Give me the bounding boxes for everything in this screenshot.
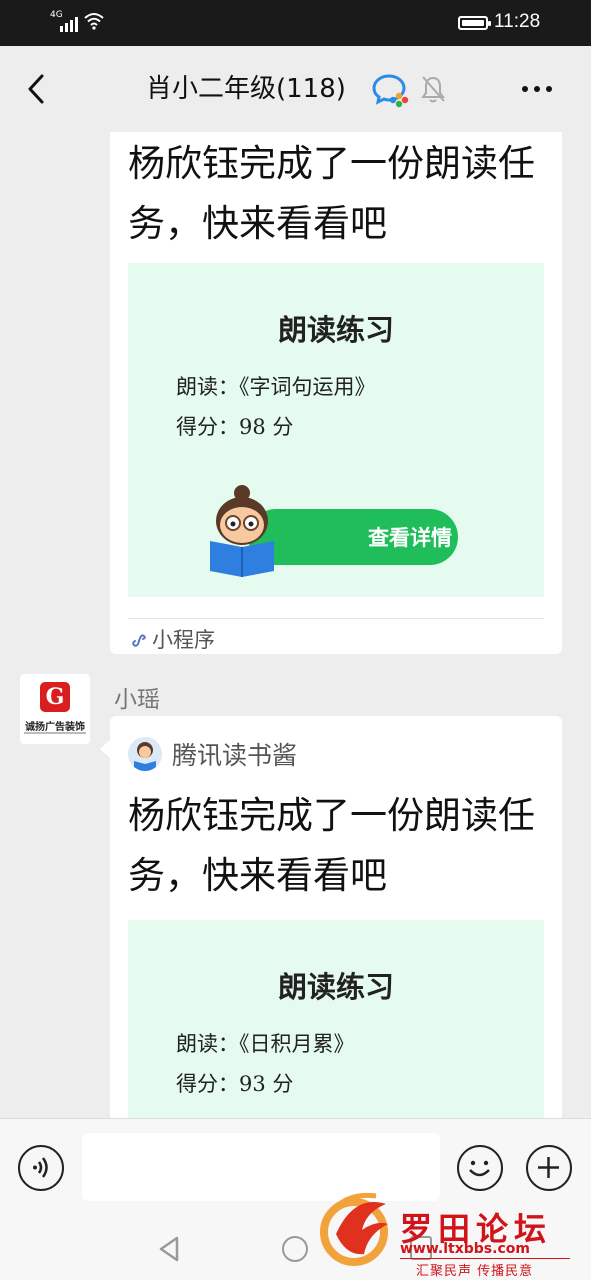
reading-girl-illustration: [210, 485, 274, 577]
status-bar: 4G 11:28: [0, 0, 591, 46]
watermark-url: www.ltxbbs.com: [400, 1241, 530, 1257]
card-preview: 朗读练习 朗读：《字词句运用》 得分：98 分 查看详情: [128, 263, 544, 597]
card-preview: 朗读练习 朗读：《日积月累》 得分：93 分: [128, 920, 544, 1136]
preview-title: 朗读练习: [277, 970, 394, 1004]
company-logo-icon: G: [40, 682, 70, 712]
watermark-slogan: 汇聚民声 传播民意: [416, 1264, 534, 1279]
chat-title: 肖小二年级(118): [146, 74, 346, 104]
voice-input-button[interactable]: [18, 1145, 64, 1191]
back-arrow-icon[interactable]: [22, 70, 52, 108]
app-name: 腾讯读书酱: [172, 741, 298, 770]
reading-title: 朗读：《日积月累》: [176, 1032, 355, 1056]
view-details-label: 查看详情: [368, 526, 452, 550]
mini-program-card[interactable]: 腾讯读书酱 杨欣钰完成了一份朗读任务，快来看看吧 朗读练习 朗读：《日积月累》 …: [110, 716, 562, 1136]
status-time: 11:28: [494, 11, 541, 32]
mute-bell-icon: [421, 76, 445, 103]
network-type: 4G: [50, 10, 63, 20]
avatar-company-name: 诚扬广告装饰: [25, 722, 85, 733]
avatar-divider: [24, 732, 86, 734]
app-avatar-icon: [128, 737, 162, 771]
card-divider: [128, 618, 544, 619]
voice-icon: [33, 1157, 48, 1178]
mini-program-text: 小程序: [152, 628, 215, 652]
bubble-tail: [100, 740, 110, 758]
mini-program-icon: [132, 634, 146, 647]
forum-watermark: 罗田论坛 www.ltxbbs.com 汇聚民声 传播民意: [300, 1170, 580, 1279]
more-options-icon[interactable]: [522, 86, 558, 96]
phoenix-logo-icon: [320, 1192, 388, 1266]
signal-icon: 4G: [50, 10, 78, 32]
app-source-row: 腾讯读书酱: [128, 736, 297, 772]
sender-name: 小瑶: [114, 687, 160, 713]
enterprise-wechat-icon: [372, 74, 409, 108]
watermark-rule: [400, 1258, 570, 1259]
card-message-text: 杨欣钰完成了一份朗读任务，快来看看吧: [128, 794, 535, 897]
battery-icon: [458, 16, 491, 30]
avatar[interactable]: G 诚扬广告装饰: [20, 674, 90, 744]
preview-title: 朗读练习: [277, 313, 394, 347]
card-message-text: 杨欣钰完成了一份朗读任务，快来看看吧: [128, 142, 535, 245]
nav-back-icon[interactable]: [157, 1236, 181, 1262]
reading-score: 得分：93 分: [176, 1072, 294, 1096]
wifi-icon: [84, 13, 104, 30]
mini-program-label: 小程序: [130, 624, 215, 654]
reading-score: 得分：98 分: [176, 415, 294, 439]
mini-program-card[interactable]: 杨欣钰完成了一份朗读任务，快来看看吧 朗读练习 朗读：《字词句运用》 得分：98…: [110, 132, 562, 654]
reading-title: 朗读：《字词句运用》: [176, 375, 376, 399]
chat-header: 肖小二年级(118): [0, 46, 591, 132]
